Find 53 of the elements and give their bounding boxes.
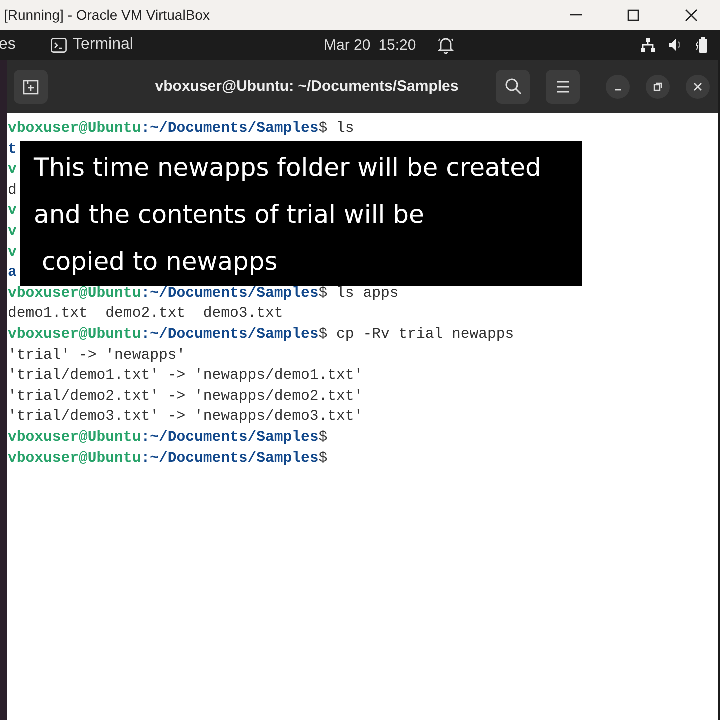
prompt-path: :~/Documents/Samples <box>141 286 319 302</box>
new-tab-icon <box>23 78 39 94</box>
terminal-title: vboxuser@Ubuntu: ~/Documents/Samples <box>154 78 460 95</box>
bell-icon <box>438 36 454 54</box>
caption-text: and the contents of trial will be <box>34 199 424 231</box>
search-icon <box>504 78 522 95</box>
prompt-path: :~/Documents/Samples <box>141 450 319 466</box>
new-tab-button[interactable] <box>14 70 48 104</box>
prompt-path: :~/Documents/Samples <box>141 430 319 446</box>
prompt-user: vboxuser@Ubuntu <box>8 326 142 343</box>
caption-text: copied to newapps <box>40 246 278 278</box>
search-button[interactable] <box>496 70 530 104</box>
prompt-user: v <box>8 244 17 261</box>
minimize-icon <box>614 88 622 90</box>
prompt-user: v <box>8 162 17 178</box>
output-text: d <box>8 182 17 199</box>
command-text: $ <box>318 450 328 466</box>
clock[interactable]: Mar 20 15:20 <box>324 30 454 60</box>
activities-button[interactable]: es <box>0 36 43 54</box>
prompt-user: vboxuser@Ubuntu <box>8 121 142 137</box>
prompt-user: vboxuser@Ubuntu <box>8 286 142 302</box>
directory-name: t <box>8 142 17 158</box>
battery-icon[interactable] <box>696 36 710 54</box>
prompt-user: v <box>8 224 17 240</box>
close-icon <box>684 8 698 22</box>
command-text: $ cp -Rv trial newapps <box>318 326 514 343</box>
caption-text: This time newapps folder will be created <box>34 152 542 184</box>
menu-icon <box>556 80 570 92</box>
network-icon[interactable] <box>640 37 656 53</box>
menu-button[interactable] <box>546 70 580 104</box>
output-text: 'trial/demo3.txt' -> 'newapps/demo3.txt' <box>8 409 364 426</box>
app-menu[interactable]: Terminal <box>47 36 138 54</box>
restore-button[interactable] <box>646 74 670 98</box>
close-icon <box>693 82 703 92</box>
terminal-icon <box>51 38 67 52</box>
prompt-user: v <box>8 203 17 220</box>
output-text: 'trial' -> 'newapps' <box>8 348 186 364</box>
window-title: [Running] - Oracle VM VirtualBox <box>4 7 211 23</box>
prompt-user: vboxuser@Ubuntu <box>8 450 142 466</box>
prompt-path: :~/Documents/Samples <box>141 121 319 137</box>
output-text: 'trial/demo2.txt' -> 'newapps/demo2.txt' <box>8 388 364 405</box>
command-text: $ ls <box>318 121 354 137</box>
directory-name: a <box>8 265 17 282</box>
maximize-icon <box>626 8 640 22</box>
close-button[interactable] <box>686 74 710 98</box>
output-text: 'trial/demo1.txt' -> 'newapps/demo1.txt' <box>8 368 364 384</box>
minimize-button[interactable] <box>606 74 630 98</box>
output-text: demo1.txt demo2.txt demo3.txt <box>8 306 284 322</box>
prompt-path: :~/Documents/Samples <box>141 326 319 343</box>
command-text: $ ls apps <box>318 286 399 302</box>
prompt-user: vboxuser@Ubuntu <box>8 430 142 446</box>
restore-icon <box>653 82 663 92</box>
command-text: $ <box>318 430 328 446</box>
